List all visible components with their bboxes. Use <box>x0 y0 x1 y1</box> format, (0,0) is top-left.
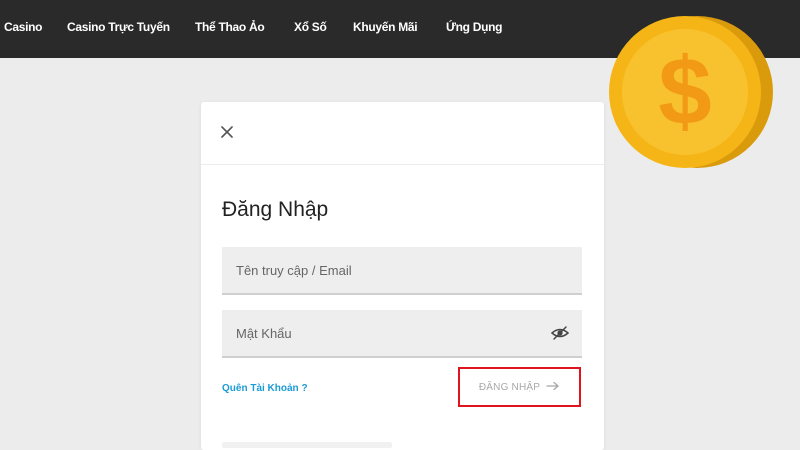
forgot-account-link[interactable]: Quên Tài Khoản ? <box>222 383 308 394</box>
password-field-wrapper <box>222 310 582 358</box>
nav-item-lottery[interactable]: Xổ Số <box>294 20 327 34</box>
eye-icon[interactable] <box>550 325 570 341</box>
nav-item-promotions[interactable]: Khuyến Mãi <box>353 20 418 34</box>
login-modal: Đăng Nhập Quên Tài Khoản ? ĐĂNG NHẬP <box>201 102 604 450</box>
modal-header <box>201 102 604 165</box>
coin-dollar-symbol: $ <box>658 38 711 145</box>
nav-item-casino[interactable]: Casino <box>4 20 43 34</box>
arrow-right-icon <box>546 381 560 394</box>
username-field-wrapper <box>222 247 582 295</box>
nav-item-virtual-sports[interactable]: Thể Thao Ảo <box>195 20 265 34</box>
username-input[interactable] <box>222 247 582 293</box>
login-button[interactable]: ĐĂNG NHẬP <box>463 371 576 403</box>
nav-item-online-casino[interactable]: Casino Trực Tuyến <box>67 20 170 34</box>
nav-item-app[interactable]: Ứng Dụng <box>446 20 503 34</box>
gold-coin-decoration: $ <box>605 12 775 182</box>
faded-footer-text <box>222 442 392 448</box>
password-input[interactable] <box>222 310 582 356</box>
login-button-label: ĐĂNG NHẬP <box>478 381 541 393</box>
close-icon[interactable] <box>217 122 237 142</box>
login-title: Đăng Nhập <box>222 198 329 221</box>
